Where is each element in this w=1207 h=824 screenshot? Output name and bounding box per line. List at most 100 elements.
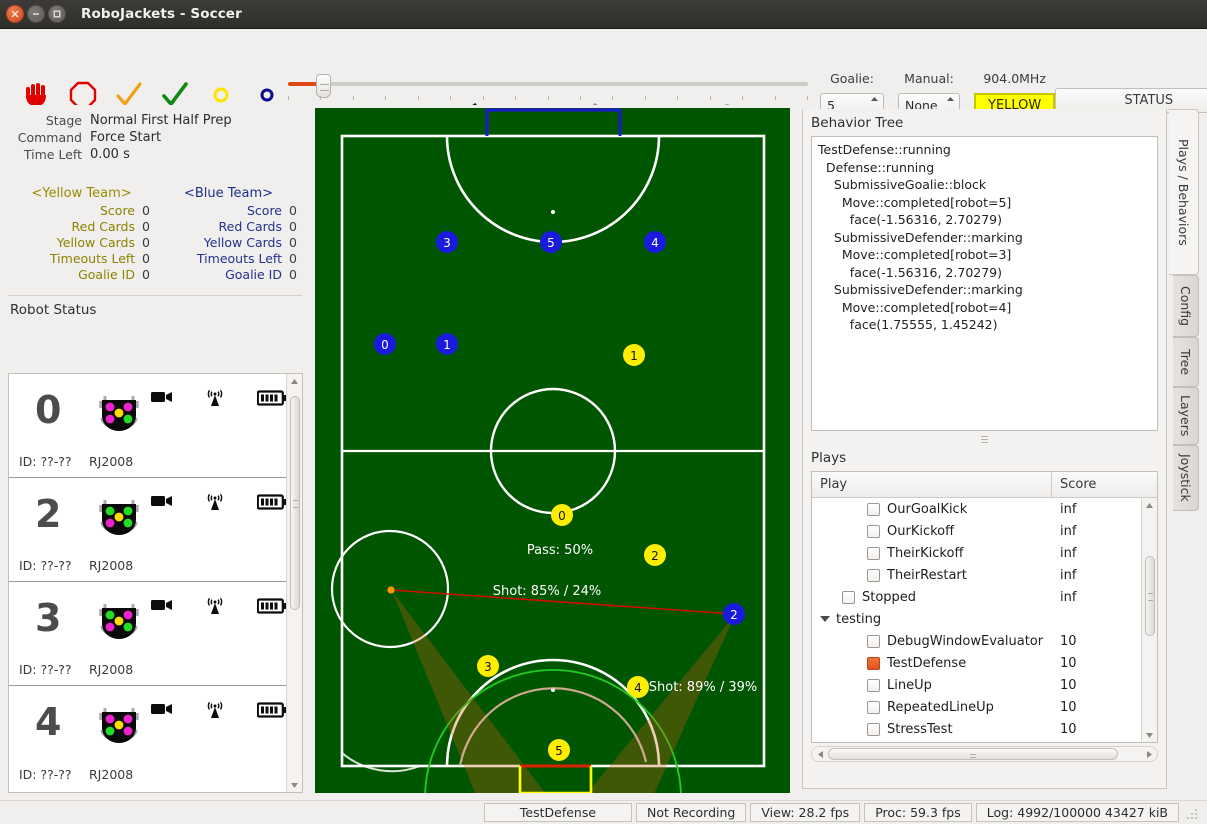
play-row[interactable]: RepeatedLineUp 10	[812, 696, 1141, 718]
scroll-left-icon[interactable]	[813, 747, 827, 761]
battery-icon	[256, 390, 287, 409]
play-row[interactable]: DebugWindowEvaluator 10	[812, 630, 1141, 652]
play-entry[interactable]: LineUp	[812, 678, 1052, 693]
scroll-up-icon[interactable]	[287, 374, 302, 388]
scrollbar-thumb[interactable]	[1145, 556, 1155, 636]
blue-yellowcards-label: Yellow Cards	[203, 235, 282, 250]
team-stat-row: Yellow Cards 0	[155, 235, 302, 250]
play-checkbox[interactable]	[867, 678, 880, 692]
svg-text:2: 2	[730, 608, 738, 622]
play-row[interactable]: TestBump10	[812, 740, 1141, 742]
radio-signal-icon	[205, 491, 225, 514]
panel-splitter[interactable]	[803, 435, 1166, 444]
play-checkbox[interactable]	[867, 656, 880, 670]
blue-goalieid-label: Goalie ID	[225, 267, 282, 282]
play-row[interactable]: TestDefense 10	[812, 652, 1141, 674]
play-checkbox[interactable]	[867, 722, 880, 736]
field-canvas[interactable]: 3 5 4 0 1 2 1 0 2 3 4 5 Pass: 50% Shot: …	[315, 108, 790, 793]
spin-up-icon[interactable]	[871, 90, 878, 104]
side-tab-strip: Plays / Behaviors Config Tree Layers Joystic…	[1169, 109, 1207, 529]
play-checkbox[interactable]	[842, 590, 855, 604]
plays-column-score[interactable]: Score	[1052, 472, 1157, 497]
robot-list-scrollbar[interactable]	[286, 374, 302, 792]
side-tab-layers[interactable]: Layers	[1173, 387, 1199, 445]
scrollbar-thumb[interactable]	[290, 396, 301, 610]
chevron-down-icon[interactable]	[820, 616, 830, 622]
play-row[interactable]: testing	[812, 608, 1141, 630]
robot-status-card[interactable]: 2 ID: ??-?? RJ2008	[9, 478, 287, 582]
play-checkbox[interactable]	[867, 524, 880, 538]
plays-scrollbar[interactable]	[1141, 498, 1157, 742]
behavior-tree-title: Behavior Tree	[811, 115, 904, 131]
side-tab-plays-behaviors[interactable]: Plays / Behaviors	[1169, 109, 1199, 275]
robot-number: 4	[35, 700, 62, 744]
robot-number: 2	[35, 492, 62, 536]
robot-status-card[interactable]: 3 ID: ??-?? RJ2008	[9, 582, 287, 686]
field-view-panel: 3 5 4 0 1 2 1 0 2 3 4 5 Pass: 50% Shot: …	[313, 105, 792, 800]
slider-track	[288, 82, 808, 86]
play-entry[interactable]: TheirRestart	[812, 568, 1052, 583]
behavior-tree-text[interactable]: TestDefense::running Defense::running Su…	[811, 136, 1158, 431]
resize-grip[interactable]	[1185, 806, 1199, 820]
play-row[interactable]: TheirKickoff inf	[812, 542, 1141, 564]
hscrollbar-thumb[interactable]	[828, 748, 1118, 760]
robot-status-card[interactable]: 4 ID: ??-?? RJ2008	[9, 686, 287, 790]
play-checkbox[interactable]	[867, 568, 880, 582]
manual-label: Manual:	[904, 71, 954, 86]
side-tab-tree[interactable]: Tree	[1173, 337, 1199, 387]
play-entry[interactable]: DebugWindowEvaluator	[812, 634, 1052, 649]
game-state-row: Time Left 0.00 s	[10, 147, 300, 162]
play-checkbox[interactable]	[867, 546, 880, 560]
plays-table[interactable]: Play Score OurGoalKick inf OurKickoff inf Th…	[811, 471, 1158, 743]
splitter-grip[interactable]	[981, 436, 988, 443]
play-entry[interactable]: Stopped	[812, 590, 1052, 605]
play-entry[interactable]: OurGoalKick	[812, 502, 1052, 517]
play-row[interactable]: OurKickoff inf	[812, 520, 1141, 542]
robot-pattern-icon	[97, 602, 141, 645]
svg-text:3: 3	[443, 236, 451, 250]
maximize-icon[interactable]	[48, 5, 66, 23]
robot-id-label: ID: ??-??	[19, 558, 72, 573]
plays-column-play[interactable]: Play	[812, 472, 1052, 497]
scroll-right-icon[interactable]	[1142, 747, 1156, 761]
spin-up-icon[interactable]	[947, 90, 954, 104]
play-entry[interactable]: StressTest	[812, 722, 1052, 737]
minimize-icon[interactable]	[27, 5, 45, 23]
play-row[interactable]: OurGoalKick inf	[812, 498, 1141, 520]
play-row[interactable]: StressTest 10	[812, 718, 1141, 740]
team-stat-row: Goalie ID 0	[8, 267, 155, 282]
goalie-label: Goalie:	[830, 71, 874, 86]
slider-handle[interactable]	[316, 74, 331, 98]
play-row[interactable]: TheirRestart inf	[812, 564, 1141, 586]
title-bar: RoboJackets - Soccer	[0, 0, 1207, 29]
robot-status-list[interactable]: 0 ID: ??-?? RJ2008 2 ID: ??-?? RJ2008 3 ID: ??-…	[8, 373, 303, 793]
play-entry[interactable]: RepeatedLineUp	[812, 700, 1052, 715]
play-checkbox[interactable]	[867, 700, 880, 714]
play-group[interactable]: testing	[812, 612, 1052, 627]
play-checkbox[interactable]	[867, 634, 880, 648]
blue-goalieid-value: 0	[289, 267, 297, 282]
radio-signal-icon	[205, 387, 225, 410]
side-tab-config[interactable]: Config	[1173, 275, 1199, 337]
scroll-up-icon[interactable]	[1142, 498, 1157, 512]
side-tab-joystick[interactable]: Joystick	[1173, 445, 1199, 511]
robot-marker-yellow-1: 1	[623, 344, 645, 366]
team-stat-row: Red Cards 0	[155, 219, 302, 234]
shot-probability-label-2: Shot: 89% / 39%	[649, 680, 758, 695]
robot-status-card[interactable]: 0 ID: ??-?? RJ2008	[9, 374, 287, 478]
close-icon[interactable]	[6, 5, 24, 23]
play-checkbox[interactable]	[867, 502, 880, 516]
scroll-down-icon[interactable]	[287, 778, 302, 792]
play-row[interactable]: Stopped inf	[812, 586, 1141, 608]
plays-horizontal-scrollbar[interactable]	[811, 746, 1158, 762]
play-entry[interactable]: TheirKickoff	[812, 546, 1052, 561]
play-entry[interactable]: TestDefense	[812, 656, 1052, 671]
soccer-field[interactable]: 3 5 4 0 1 2 1 0 2 3 4 5 Pass: 50% Shot: …	[315, 108, 790, 793]
robot-number: 0	[35, 388, 62, 432]
play-row[interactable]: LineUp 10	[812, 674, 1141, 696]
command-value: Force Start	[90, 130, 162, 145]
scroll-down-icon[interactable]	[1142, 728, 1157, 742]
team-stat-row: Yellow Cards 0	[8, 235, 155, 250]
play-entry[interactable]: OurKickoff	[812, 524, 1052, 539]
robot-number: 3	[35, 596, 62, 640]
